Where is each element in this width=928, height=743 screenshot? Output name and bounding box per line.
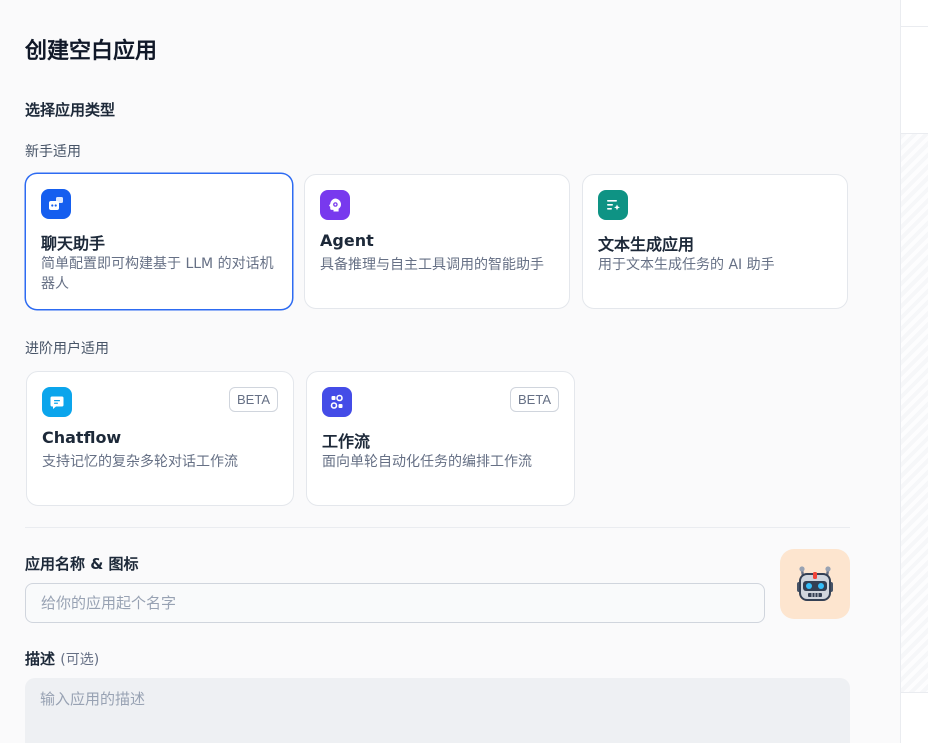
- app-type-card-chatflow[interactable]: BETA Chatflow 支持记忆的复杂多轮对话工作流: [26, 371, 294, 506]
- card-name: 聊天助手: [41, 234, 106, 253]
- beta-badge: BETA: [510, 387, 559, 412]
- card-name: 工作流: [322, 432, 371, 451]
- robot-emoji-icon: [797, 566, 833, 601]
- agent-icon: [320, 190, 350, 220]
- card-description: 用于文本生成任务的 AI 助手: [598, 257, 775, 273]
- chat-bot-icon: [41, 189, 71, 219]
- card-description: 具备推理与自主工具调用的智能助手: [320, 257, 544, 273]
- app-type-card-agent[interactable]: Agent 具备推理与自主工具调用的智能助手: [304, 174, 570, 309]
- section-divider: [25, 527, 850, 528]
- card-description: 简单配置即可构建基于 LLM 的对话机器人: [41, 256, 274, 292]
- app-name-label: 应用名称 & 图标: [25, 555, 139, 573]
- card-name: Chatflow: [42, 428, 122, 447]
- advanced-group-label: 进阶用户适用: [25, 341, 109, 357]
- description-label-text: 描述: [25, 650, 56, 668]
- preview-placeholder: [901, 133, 928, 693]
- right-preview-panel: [900, 0, 928, 743]
- card-name: 文本生成应用: [598, 235, 695, 254]
- app-type-card-chatbot[interactable]: 聊天助手 简单配置即可构建基于 LLM 的对话机器人: [25, 173, 293, 310]
- app-type-card-workflow[interactable]: BETA 工作流 面向单轮自动化任务的编排工作流: [306, 371, 575, 506]
- description-label: 描述 (可选): [25, 648, 99, 669]
- beta-badge: BETA: [229, 387, 278, 412]
- card-name: Agent: [320, 231, 374, 250]
- chatflow-icon: [42, 387, 72, 417]
- card-description: 面向单轮自动化任务的编排工作流: [322, 454, 532, 470]
- optional-hint: (可选): [60, 652, 100, 668]
- description-input[interactable]: [25, 678, 850, 743]
- app-type-card-text-generator[interactable]: 文本生成应用 用于文本生成任务的 AI 助手: [582, 174, 848, 309]
- text-generation-icon: [598, 190, 628, 220]
- app-name-input[interactable]: [25, 583, 765, 623]
- dialog-title: 创建空白应用: [25, 39, 158, 64]
- card-description: 支持记忆的复杂多轮对话工作流: [42, 454, 238, 470]
- workflow-icon: [322, 387, 352, 417]
- app-icon-picker[interactable]: [780, 549, 850, 619]
- beginner-group-label: 新手适用: [25, 144, 81, 160]
- app-type-section-title: 选择应用类型: [25, 101, 116, 119]
- panel-divider: [901, 26, 928, 27]
- create-app-dialog: 创建空白应用 选择应用类型 新手适用 聊天助手 简单配置即可构建基于 LLM 的…: [0, 0, 900, 743]
